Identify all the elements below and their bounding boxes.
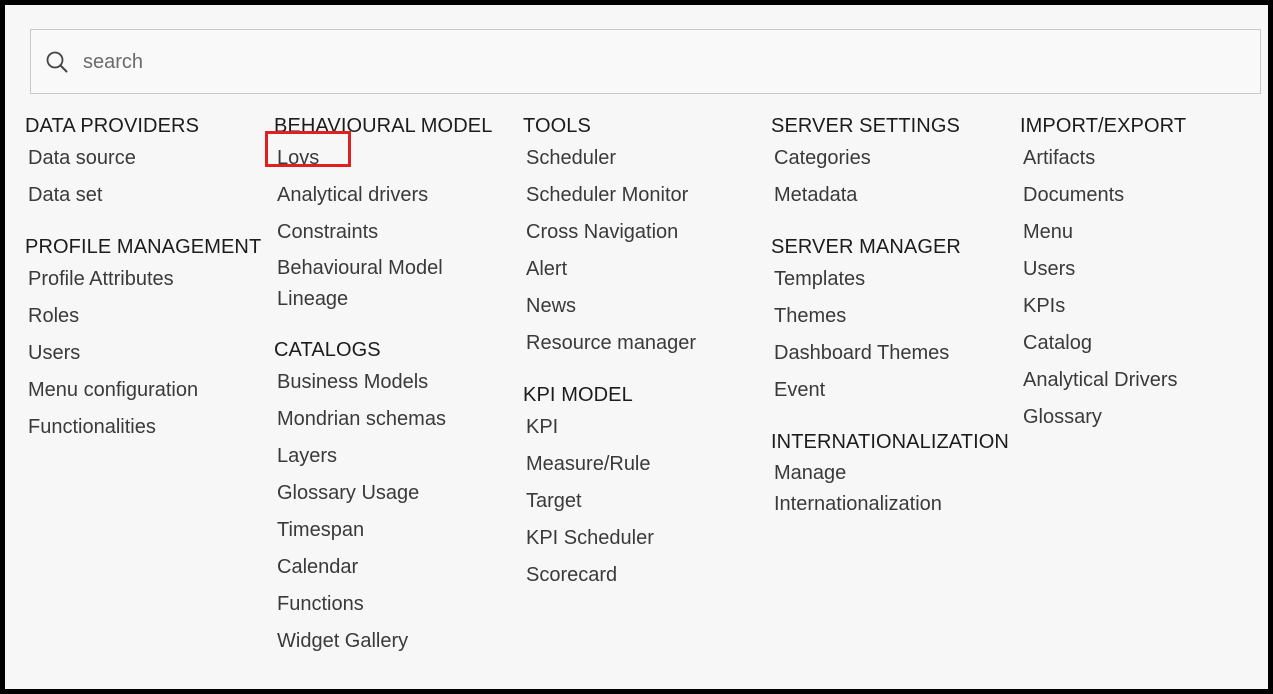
- menu-item-dashboard-themes[interactable]: Dashboard Themes: [771, 337, 1016, 374]
- menu-item-menu-configuration[interactable]: Menu configuration: [25, 374, 270, 411]
- menu-item-news[interactable]: News: [523, 290, 768, 327]
- menu-item-event[interactable]: Event: [771, 374, 1016, 411]
- menu-item-target[interactable]: Target: [523, 485, 768, 522]
- section-title: DATA PROVIDERS: [25, 115, 200, 137]
- menu-item-functionalities[interactable]: Functionalities: [25, 411, 270, 448]
- menu-item-users-export[interactable]: Users: [1020, 253, 1265, 290]
- menu-item-scheduler-monitor[interactable]: Scheduler Monitor: [523, 179, 768, 216]
- section-title: SERVER MANAGER: [771, 236, 961, 258]
- menu-item-layers[interactable]: Layers: [274, 440, 519, 477]
- menu-item-templates[interactable]: Templates: [771, 263, 1016, 300]
- menu-item-data-set[interactable]: Data set: [25, 179, 270, 216]
- menu-item-profile-attributes[interactable]: Profile Attributes: [25, 263, 270, 300]
- menu-item-constraints[interactable]: Constraints: [274, 216, 519, 253]
- menu-item-kpi[interactable]: KPI: [523, 411, 768, 448]
- menu-item-kpis[interactable]: KPIs: [1020, 290, 1265, 327]
- menu-item-analytical-drivers[interactable]: Analytical drivers: [274, 179, 519, 216]
- menu-column-3: TOOLS Scheduler Scheduler Monitor Cross …: [523, 115, 768, 616]
- menu-item-analytical-drivers-export[interactable]: Analytical Drivers: [1020, 364, 1265, 401]
- menu-item-lovs[interactable]: Lovs: [274, 142, 519, 179]
- menu-item-artifacts[interactable]: Artifacts: [1020, 142, 1265, 179]
- menu-item-metadata[interactable]: Metadata: [771, 179, 1016, 216]
- menu-item-timespan[interactable]: Timespan: [274, 514, 519, 551]
- menu-panel: DATA PROVIDERS Data source Data set PROF…: [0, 0, 1273, 694]
- menu-item-business-models[interactable]: Business Models: [274, 366, 519, 403]
- menu-column-1: DATA PROVIDERS Data source Data set PROF…: [25, 115, 270, 468]
- menu-item-mondrian-schemas[interactable]: Mondrian schemas: [274, 403, 519, 440]
- menu-column-4: SERVER SETTINGS Categories Metadata SERV…: [771, 115, 1016, 544]
- section-title: KPI MODEL: [523, 384, 633, 406]
- menu-item-glossary[interactable]: Glossary: [1020, 401, 1265, 438]
- menu-item-glossary-usage[interactable]: Glossary Usage: [274, 477, 519, 514]
- menu-item-manage-internationalization[interactable]: Manage Internationalization: [771, 458, 964, 524]
- section-server-manager: SERVER MANAGER Templates Themes Dashboar…: [771, 236, 1016, 411]
- highlight-box: Lovs: [277, 147, 320, 169]
- menu-item-documents[interactable]: Documents: [1020, 179, 1265, 216]
- search-icon: [45, 50, 69, 74]
- menu-item-menu[interactable]: Menu: [1020, 216, 1265, 253]
- menu-item-alert[interactable]: Alert: [523, 253, 768, 290]
- menu-item-cross-navigation[interactable]: Cross Navigation: [523, 216, 768, 253]
- section-tools: TOOLS Scheduler Scheduler Monitor Cross …: [523, 115, 768, 364]
- menu-item-users[interactable]: Users: [25, 337, 270, 374]
- section-import-export: IMPORT/EXPORT Artifacts Documents Menu U…: [1020, 115, 1265, 438]
- menu-item-kpi-scheduler[interactable]: KPI Scheduler: [523, 522, 768, 559]
- section-server-settings: SERVER SETTINGS Categories Metadata: [771, 115, 1016, 216]
- menu-item-categories[interactable]: Categories: [771, 142, 1016, 179]
- menu-item-catalog[interactable]: Catalog: [1020, 327, 1265, 364]
- menu-column-5: IMPORT/EXPORT Artifacts Documents Menu U…: [1020, 115, 1265, 458]
- menu-item-themes[interactable]: Themes: [771, 300, 1016, 337]
- menu-item-functions[interactable]: Functions: [274, 588, 519, 625]
- section-profile-management: PROFILE MANAGEMENT Profile Attributes Ro…: [25, 236, 270, 448]
- section-title: TOOLS: [523, 115, 591, 137]
- section-data-providers: DATA PROVIDERS Data source Data set: [25, 115, 270, 216]
- menu-item-resource-manager[interactable]: Resource manager: [523, 327, 768, 364]
- section-title: PROFILE MANAGEMENT: [25, 236, 262, 258]
- menu-item-scorecard[interactable]: Scorecard: [523, 559, 768, 596]
- section-catalogs: CATALOGS Business Models Mondrian schema…: [274, 339, 519, 662]
- menu-item-data-source[interactable]: Data source: [25, 142, 270, 179]
- menu-item-widget-gallery[interactable]: Widget Gallery: [274, 625, 519, 662]
- section-internationalization: INTERNATIONALIZATION Manage Internationa…: [771, 431, 1016, 524]
- section-behavioural-model: BEHAVIOURAL MODEL Lovs Analytical driver…: [274, 115, 519, 319]
- menu-item-measure-rule[interactable]: Measure/Rule: [523, 448, 768, 485]
- section-title: INTERNATIONALIZATION: [771, 431, 1009, 453]
- menu-item-scheduler[interactable]: Scheduler: [523, 142, 768, 179]
- menu-column-2: BEHAVIOURAL MODEL Lovs Analytical driver…: [274, 115, 519, 682]
- section-kpi-model: KPI MODEL KPI Measure/Rule Target KPI Sc…: [523, 384, 768, 596]
- search-input[interactable]: [83, 42, 1243, 82]
- section-title: IMPORT/EXPORT: [1020, 115, 1187, 137]
- section-title: CATALOGS: [274, 339, 381, 361]
- menu-item-calendar[interactable]: Calendar: [274, 551, 519, 588]
- menu-item-behavioural-model-lineage[interactable]: Behavioural Model Lineage: [274, 253, 477, 319]
- search-box[interactable]: [30, 29, 1261, 94]
- section-title: SERVER SETTINGS: [771, 115, 960, 137]
- menu-item-roles[interactable]: Roles: [25, 300, 270, 337]
